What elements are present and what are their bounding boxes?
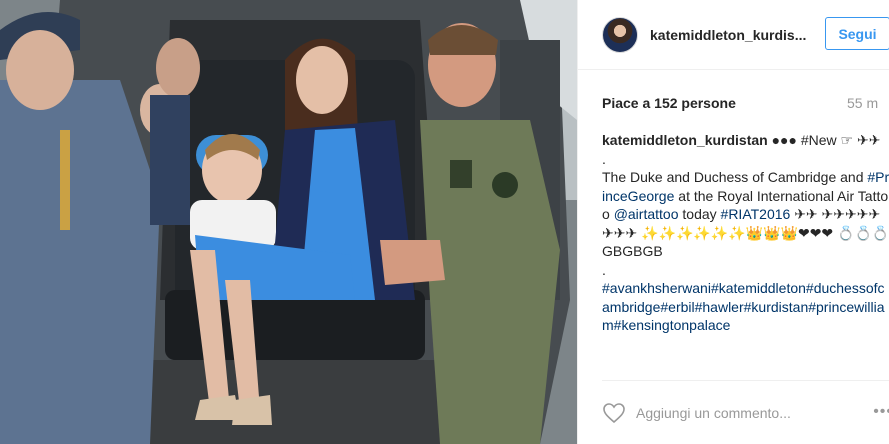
post-time[interactable]: 55 m [847, 95, 889, 111]
photo-illustration [0, 0, 577, 444]
heart-icon[interactable] [602, 401, 626, 425]
caption-hashtags[interactable]: #avankhsherwani#katemiddleton#duchessofc… [602, 279, 889, 335]
mention-airtattoo[interactable]: @airtattoo [614, 206, 679, 222]
username-link[interactable]: katemiddleton_kurdis... [650, 27, 810, 43]
likes-count[interactable]: Piace a 152 persone [602, 95, 736, 111]
post-caption: katemiddleton_kurdistan ●●● #New ☞ ✈✈ . … [602, 131, 889, 335]
caption-text-a: The Duke and Duchess of Cambridge and [602, 169, 868, 185]
avatar[interactable] [602, 16, 638, 53]
follow-button[interactable]: Segui [825, 17, 889, 50]
comment-bar: ••• [602, 380, 889, 444]
likes-row: Piace a 152 persone 55 m [602, 88, 889, 118]
more-options-icon[interactable]: ••• [873, 403, 889, 421]
caption-text-c: today [678, 206, 721, 222]
hashtag-riat2016[interactable]: #RIAT2016 [721, 206, 791, 222]
caption-dot: . [602, 150, 606, 167]
post-panel: katemiddleton_kurdis... Segui Piace a 15… [577, 0, 889, 444]
caption-username[interactable]: katemiddleton_kurdistan [602, 132, 768, 148]
caption-dot-2: . [602, 261, 606, 278]
caption-emoji-line: ●●● #New ☞ ✈✈ [771, 132, 881, 148]
comment-input[interactable] [636, 404, 836, 421]
post-photo[interactable] [0, 0, 577, 444]
